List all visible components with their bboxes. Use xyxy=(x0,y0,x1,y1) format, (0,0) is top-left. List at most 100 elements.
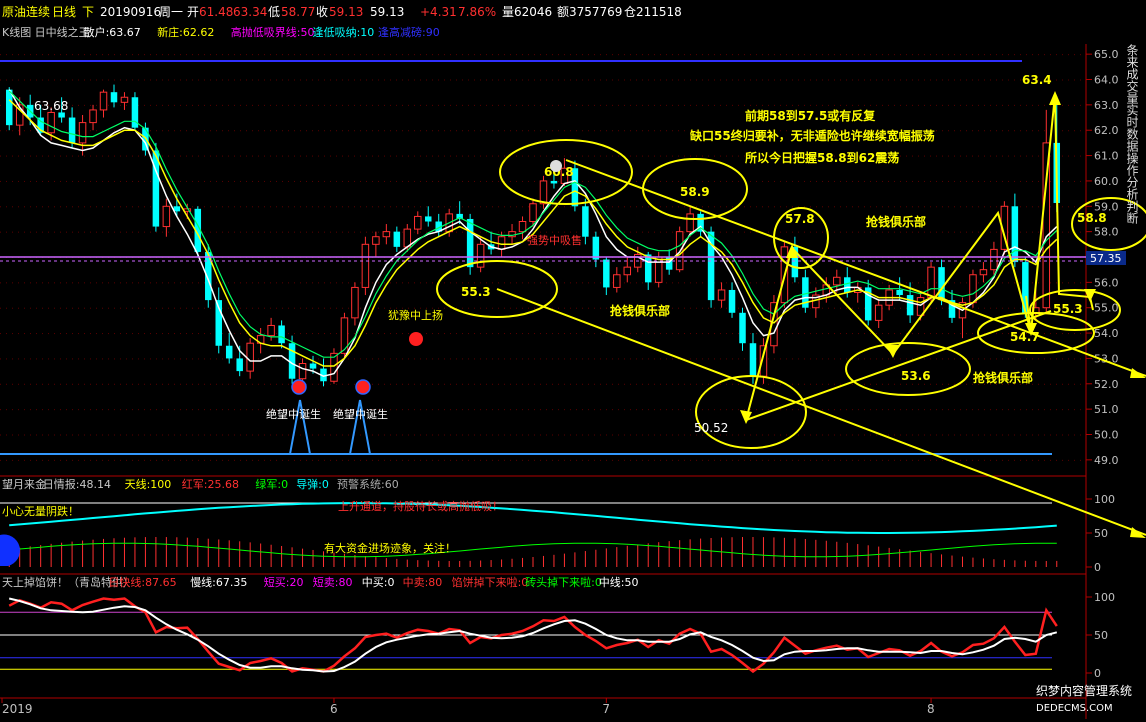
date-label: 20190916 xyxy=(100,5,161,19)
watermark-url: DEDECMS.COM xyxy=(1036,703,1113,714)
osc-tick-label: 100 xyxy=(1094,591,1115,604)
osc2-indicator-legend: 天上掉馅饼！（青岛特供）日快线:87.65 慢线:67.35 短买:20 短卖:80 中… xyxy=(2,575,639,589)
change-value: +4.31 xyxy=(420,5,457,19)
legend-item: 预警系统:60 xyxy=(337,477,399,491)
legend-item: 日快线:87.65 xyxy=(108,575,176,589)
y-tick-label: 50.0 xyxy=(1094,429,1119,442)
osc-tick-label: 0 xyxy=(1094,561,1101,574)
legend-item: K线图 xyxy=(2,25,31,39)
x-tick-label: 2019 xyxy=(2,702,33,716)
label-57-8: 57.8 xyxy=(785,212,815,226)
osc1-note-3: 有大资金进场迹象，关注！ xyxy=(324,541,456,555)
legend-item: 红军:25.68 xyxy=(182,478,239,491)
legend-item: 逢低吸纳:10 xyxy=(313,26,375,39)
club-label-1: 抢钱俱乐部 xyxy=(866,214,926,229)
volume-value: 62046 xyxy=(514,5,552,19)
note-2: 缺口55终归要补，无非遁险也许继续宽幅振荡 xyxy=(690,128,935,143)
last-value: 59.13 xyxy=(370,5,404,19)
svg-text:57.35: 57.35 xyxy=(1090,252,1122,265)
osc1-indicator-legend: 望月来金日情报:48.14 天线:100 红军:25.68 绿军:0 导弹:0 预警系统:… xyxy=(2,477,399,491)
club-label-2: 抢钱俱乐部 xyxy=(610,303,670,318)
low-label: 低 xyxy=(268,5,280,19)
close-label: 收 xyxy=(316,5,328,19)
trading-chart-window: 原油连续 日线 下 20190916 周一 开 61.48 63.34 低 58… xyxy=(0,0,1146,719)
note-1: 前期58到57.5或有反复 xyxy=(745,108,876,123)
label-63-4: 63.4 xyxy=(1022,73,1052,87)
legend-item: 日中线之王 xyxy=(35,25,90,39)
candle xyxy=(539,175,548,209)
osc-tick-label: 50 xyxy=(1094,527,1108,540)
right-side-text: 条来成交量实时数据操作分析判断 xyxy=(1125,44,1139,225)
volume-label: 量 xyxy=(502,5,514,19)
oi-label: 仓 xyxy=(624,5,636,19)
y-tick-label: 60.0 xyxy=(1094,175,1119,188)
label-53-6: 53.6 xyxy=(901,369,931,383)
y-tick-label: 62.0 xyxy=(1094,124,1119,137)
legend-item: 慢线:67.35 xyxy=(190,575,247,589)
y-tick-label: 49.0 xyxy=(1094,454,1119,467)
mode-label: 下 xyxy=(82,5,94,19)
legend-item: 导弹:0 xyxy=(296,477,329,491)
legend-item: 逢高减磅:90 xyxy=(378,25,440,39)
label-54-7: 54.7 xyxy=(1010,330,1040,344)
legend-item: 高抛低吸界线:50 xyxy=(231,25,315,39)
legend-item: 中卖:80 xyxy=(403,576,443,589)
close-value: 59.13 xyxy=(329,5,363,19)
y-tick-label: 64.0 xyxy=(1094,74,1119,87)
legend-item: 馅饼掉下来啦:0 xyxy=(452,575,529,589)
legend-item: 短卖:80 xyxy=(313,575,353,589)
chart-canvas[interactable]: 原油连续 日线 下 20190916 周一 开 61.48 63.34 低 58… xyxy=(0,0,1146,719)
legend-item: 散户:63.67 xyxy=(84,25,141,39)
legend-item: 望月来金 xyxy=(2,477,46,491)
y-tick-label: 52.0 xyxy=(1094,378,1119,391)
label-58-9: 58.9 xyxy=(680,185,710,199)
hesitate-label: 犹豫中上扬 xyxy=(388,308,443,322)
y-tick-label: 54.0 xyxy=(1094,327,1119,340)
y-tick-label: 56.0 xyxy=(1094,276,1119,289)
open-value: 61.48 xyxy=(199,5,233,19)
oi-value: 211518 xyxy=(636,5,682,19)
y-tick-label: 58.0 xyxy=(1094,226,1119,239)
y-tick-label: 65.0 xyxy=(1094,48,1119,61)
despair-label-2: 绝望中诞生 xyxy=(333,407,388,421)
x-tick-label: 7 xyxy=(602,702,610,716)
candle xyxy=(361,236,370,296)
label-58-8: 58.8 xyxy=(1077,211,1107,225)
change-pct: 7.86% xyxy=(458,5,496,19)
label-50-52: 50.52 xyxy=(694,421,728,435)
legend-item: 绿军:0 xyxy=(255,477,288,491)
watermark-text: 织梦内容管理系统 xyxy=(1036,683,1132,698)
y-tick-label: 63.0 xyxy=(1094,99,1119,112)
y-tick-label: 51.0 xyxy=(1094,403,1119,416)
header-bar: 原油连续 日线 下 20190916 周一 开 61.48 63.34 低 58… xyxy=(2,4,682,19)
osc-tick-label: 0 xyxy=(1094,667,1101,680)
candle xyxy=(131,92,139,131)
club-label-3: 抢钱俱乐部 xyxy=(973,370,1033,385)
osc-tick-label: 50 xyxy=(1094,629,1108,642)
strong-sell-label: 强势中吸售 xyxy=(527,233,582,247)
label-63-68: 63.68 xyxy=(34,99,68,113)
smiley-icon xyxy=(550,160,562,172)
weekday-label: 周一 xyxy=(159,5,183,19)
osc1-note-1: 小心无量阴跌！ xyxy=(2,504,79,518)
x-tick-label: 8 xyxy=(927,702,935,716)
y-tick-label: 61.0 xyxy=(1094,150,1119,163)
high-value: 63.34 xyxy=(233,5,267,19)
note-3: 所以今日把握58.8到62震荡 xyxy=(745,150,899,165)
period-label[interactable]: 日线 xyxy=(52,5,76,19)
amount-label: 额 xyxy=(557,5,569,19)
legend-item: 中买:0 xyxy=(362,576,395,589)
y-tick-label: 55.0 xyxy=(1094,302,1119,315)
instrument-title[interactable]: 原油连续 xyxy=(2,4,50,19)
label-55-3-left: 55.3 xyxy=(461,285,491,299)
legend-item: 日情报:48.14 xyxy=(43,477,111,491)
open-label: 开 xyxy=(187,5,199,19)
legend-item: 砖头掉下来啦:0 xyxy=(525,575,602,589)
price-tag: 57.35 xyxy=(1086,251,1126,265)
legend-item: 短买:20 xyxy=(264,575,304,589)
osc1-note-2: 上升通道，持股待长或高抛低吸！ xyxy=(338,499,503,513)
candle xyxy=(707,226,715,308)
label-55-3-right: 55.3 xyxy=(1053,302,1083,316)
legend-item: 天线:100 xyxy=(125,477,172,491)
legend-item: 新庄:62.62 xyxy=(157,25,214,39)
